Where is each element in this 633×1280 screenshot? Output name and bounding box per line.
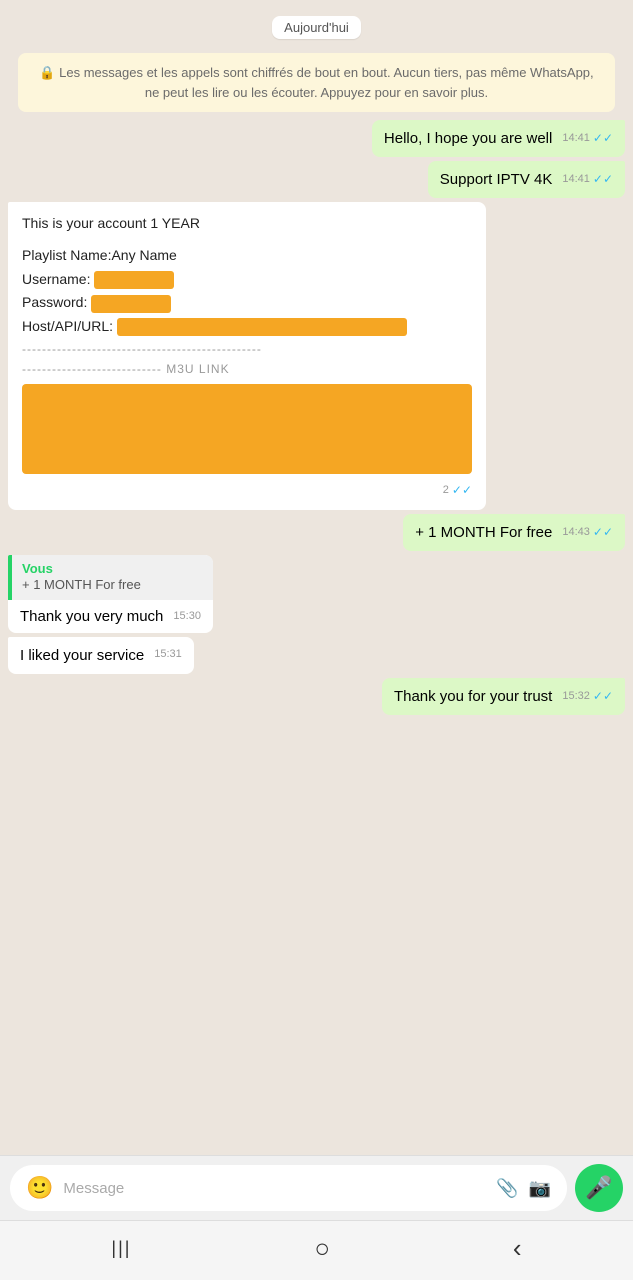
nav-home-icon[interactable]: ○ [314,1233,330,1264]
encryption-notice[interactable]: 🔒 Les messages et les appels sont chiffr… [18,53,615,112]
dashes1: ----------------------------------------… [22,339,472,359]
double-check-icon: ✓✓ [593,688,613,705]
nav-menu-icon[interactable]: ||| [111,1238,131,1259]
message-input[interactable]: Message [63,1180,486,1197]
message-time: 15:31 [154,647,182,662]
bubble-body: Thank you very much 15:30 [8,600,213,633]
bubble-text: Thank you for your trust [394,688,552,705]
attachment-icon[interactable]: 📎 [496,1178,518,1199]
account-line1: This is your account 1 YEAR [22,212,472,236]
account-line2: Playlist Name:Any Name [22,244,472,268]
bubble: Support IPTV 4K 14:41 ✓✓ [428,161,625,198]
quote-content: Vous + 1 MONTH For free [22,561,141,594]
double-check-icon: ✓✓ [593,171,613,188]
input-bar: 🙂 Message 📎 📷 🎤 [0,1155,633,1220]
message-thank-you: Vous + 1 MONTH For free Thank you very m… [8,555,213,633]
account-line5: Host/API/URL: [22,315,472,339]
emoji-icon[interactable]: 🙂 [26,1175,53,1201]
date-label: Aujourd'hui [272,16,361,39]
message-time: 15:32 [562,689,590,704]
quote-bar: Vous + 1 MONTH For free [8,555,213,600]
bubble-meta: 15:32 ✓✓ [562,688,613,705]
message-support-iptv: Support IPTV 4K 14:41 ✓✓ [428,161,625,198]
mic-button[interactable]: 🎤 [575,1164,623,1212]
bubble-group: Vous + 1 MONTH For free Thank you very m… [8,555,213,633]
chat-area: Aujourd'hui 🔒 Les messages et les appels… [0,0,633,1155]
bubble: Hello, I hope you are well 14:41 ✓✓ [372,120,625,157]
message-time: 14:43 [562,525,590,540]
bubble-text: Thank you very much [20,608,163,625]
account-line4: Password: [22,291,472,315]
redacted-password [91,295,171,313]
double-check-icon: ✓✓ [593,130,613,147]
nav-bar: ||| ○ ‹ [0,1220,633,1280]
redacted-host [117,318,407,336]
message-month-free: + 1 MONTH For free 14:43 ✓✓ [403,514,625,551]
bubble-text: + 1 MONTH For free [415,524,552,541]
quote-text: + 1 MONTH For free [22,577,141,592]
bubble-text: Support IPTV 4K [440,171,553,188]
message-time: 14:41 [562,172,590,187]
dashes2: ---------------------------- M3U LINK [22,359,472,379]
bubble-text: Hello, I hope you are well [384,130,552,147]
bubble: I liked your service 15:31 [8,637,194,674]
bubble-meta: 15:30 [173,610,201,622]
bubble: Thank you for your trust 15:32 ✓✓ [382,678,625,715]
message-input-container[interactable]: 🙂 Message 📎 📷 [10,1165,567,1211]
message-time: 14:41 [562,131,590,146]
bubble-meta: 14:41 ✓✓ [562,171,613,188]
message-hello: Hello, I hope you are well 14:41 ✓✓ [372,120,625,157]
message-liked-service: I liked your service 15:31 [8,637,194,674]
bubble-text: I liked your service [20,647,144,664]
redacted-username [94,271,174,289]
message-time: 15:30 [173,610,201,622]
bubble-meta: 2 ✓✓ [443,480,472,500]
bubble-meta: 15:31 [154,647,182,662]
message-account-info: This is your account 1 YEAR Playlist Nam… [8,202,486,510]
message-count: 2 [443,481,449,500]
account-bubble: This is your account 1 YEAR Playlist Nam… [8,202,486,510]
bubble-meta: 14:41 ✓✓ [562,130,613,147]
account-line3: Username: [22,268,472,292]
redacted-m3u [22,384,472,474]
mic-icon: 🎤 [585,1175,612,1201]
double-check-icon: ✓✓ [452,480,472,500]
bubble-meta: 14:43 ✓✓ [562,524,613,541]
quote-author: Vous [22,561,141,576]
double-check-icon: ✓✓ [593,524,613,541]
bubble: + 1 MONTH For free 14:43 ✓✓ [403,514,625,551]
message-thank-trust: Thank you for your trust 15:32 ✓✓ [382,678,625,715]
camera-icon[interactable]: 📷 [529,1178,551,1199]
nav-back-icon[interactable]: ‹ [513,1233,522,1264]
